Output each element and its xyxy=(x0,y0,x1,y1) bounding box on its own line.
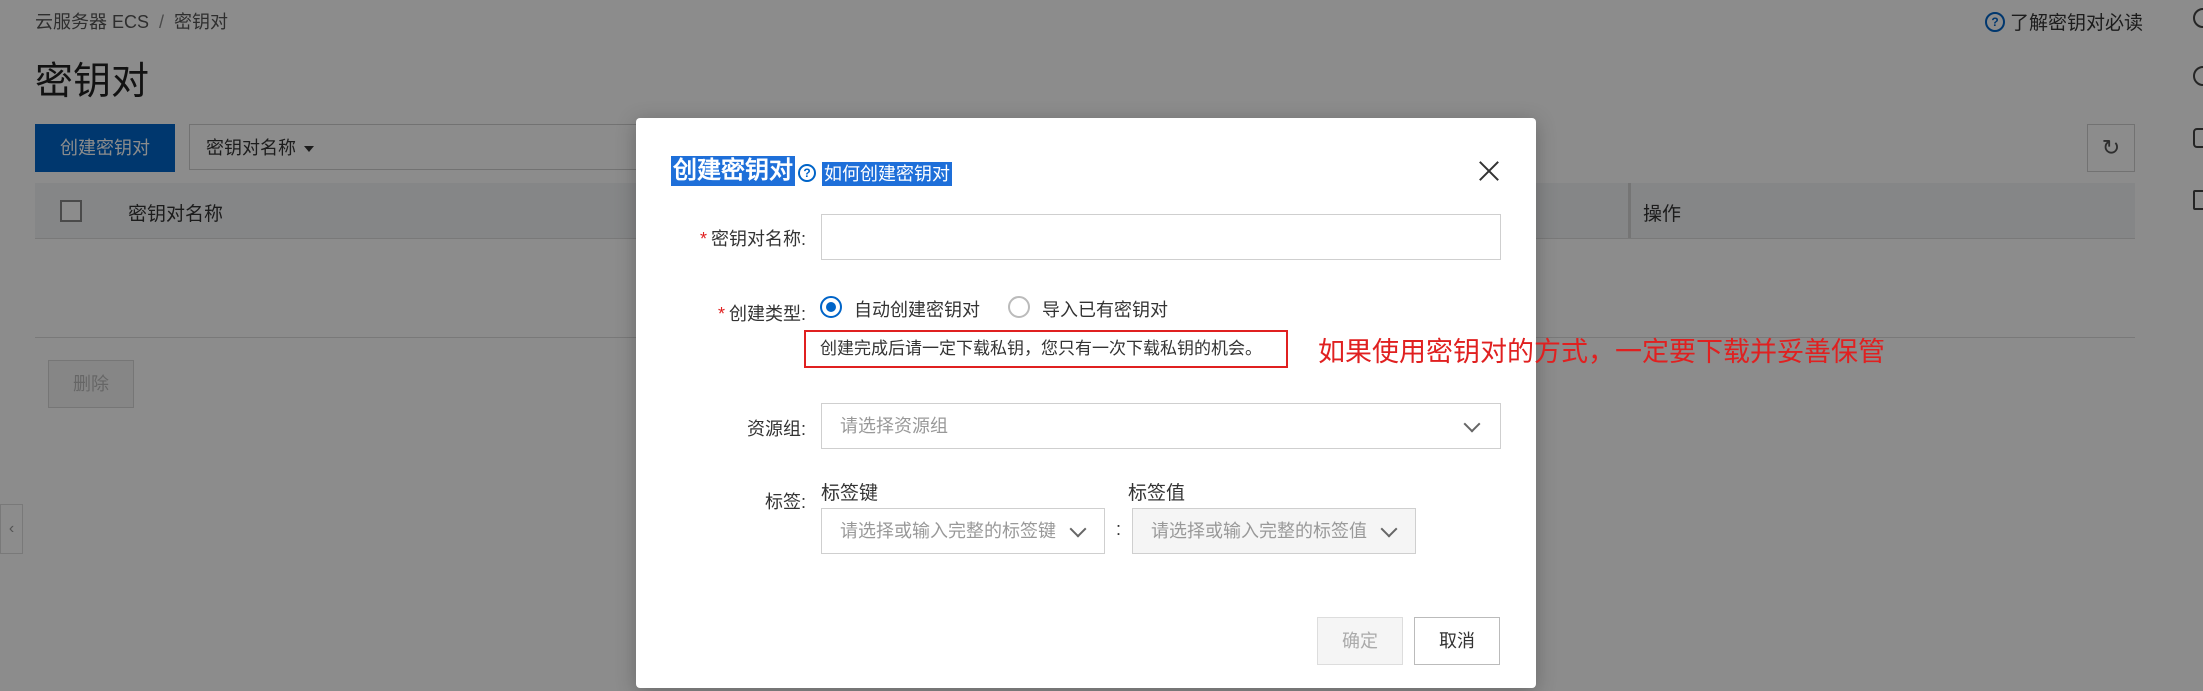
required-mark: * xyxy=(717,304,725,324)
name-field-label: * 密钥对名称: xyxy=(636,225,806,251)
resource-group-placeholder: 请选择资源组 xyxy=(840,416,948,436)
create-keypair-dialog: 创建密钥对 ? 如何创建密钥对 * 密钥对名称: * 创建类型: 自动创建密钥对 导… xyxy=(636,118,1885,688)
confirm-button[interactable]: 确定 xyxy=(1317,617,1403,665)
how-to-create-link[interactable]: 如何创建密钥对 xyxy=(822,162,952,186)
dialog-title: 创建密钥对 xyxy=(671,156,795,186)
tag-separator: : xyxy=(1116,519,1122,539)
cancel-button[interactable]: 取消 xyxy=(1414,617,1500,665)
name-field-label-text: 密钥对名称: xyxy=(710,229,806,249)
tag-value-placeholder: 请选择或输入完整的标签值 xyxy=(1151,521,1367,541)
annotation-note: 如果使用密钥对的方式，一定要下载并妥善保管 xyxy=(1318,337,1885,367)
tag-key-select[interactable]: 请选择或输入完整的标签键 xyxy=(821,508,1105,554)
type-field-label-text: 创建类型: xyxy=(728,304,806,324)
chevron-down-icon xyxy=(1463,415,1481,433)
tag-value-header: 标签值 xyxy=(1128,483,1186,504)
resource-group-label: 资源组: xyxy=(746,419,806,439)
resource-group-select[interactable]: 请选择资源组 xyxy=(821,403,1501,449)
tags-label: 标签: xyxy=(764,492,806,512)
radio-import-existing[interactable] xyxy=(1008,296,1030,318)
type-field-label: * 创建类型: xyxy=(636,300,806,326)
question-icon: ? xyxy=(798,164,816,182)
close-icon[interactable] xyxy=(1474,156,1504,186)
required-mark: * xyxy=(699,229,707,249)
tag-key-header: 标签键 xyxy=(821,483,879,504)
chevron-down-icon xyxy=(1380,520,1398,538)
download-warning: 创建完成后请一定下载私钥，您只有一次下载私钥的机会。 xyxy=(804,330,1288,368)
radio-import-existing-label[interactable]: 导入已有密钥对 xyxy=(1042,296,1168,322)
keypair-name-input[interactable] xyxy=(821,214,1501,260)
chevron-down-icon xyxy=(1069,520,1087,538)
tag-key-placeholder: 请选择或输入完整的标签键 xyxy=(840,521,1056,541)
radio-auto-create[interactable] xyxy=(820,296,842,318)
radio-auto-create-label[interactable]: 自动创建密钥对 xyxy=(854,296,980,322)
tag-value-select[interactable]: 请选择或输入完整的标签值 xyxy=(1132,508,1416,554)
